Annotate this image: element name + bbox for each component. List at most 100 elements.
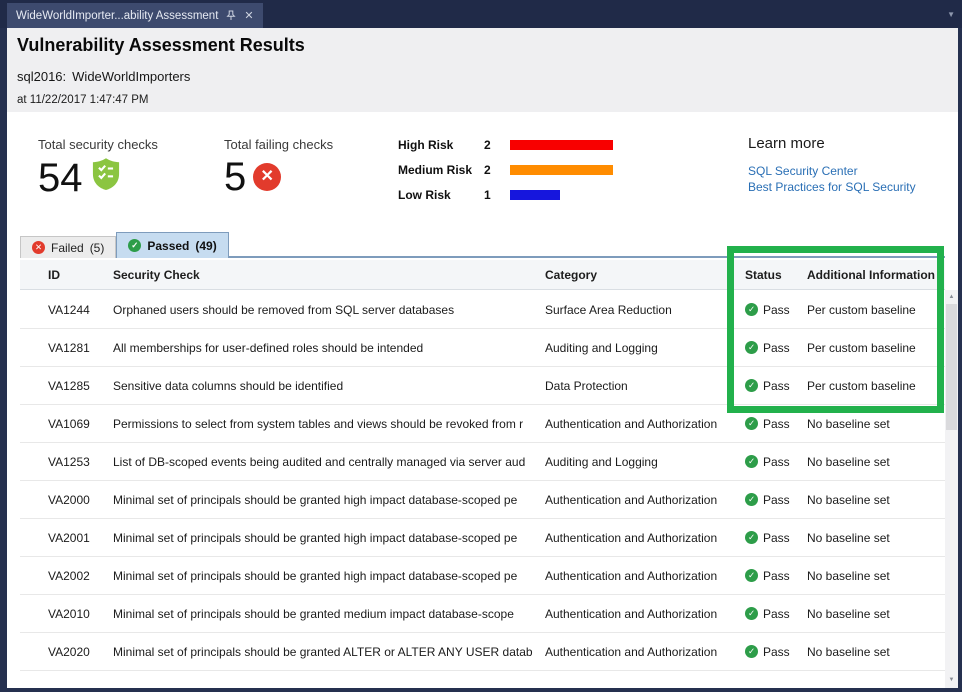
table-row[interactable]: VA2010 Minimal set of principals should … [20, 595, 945, 633]
cell-id: VA2001 [48, 531, 113, 545]
document-tab-title: WideWorldImporter...ability Assessment [16, 10, 218, 22]
cell-additional-information: No baseline set [807, 569, 945, 583]
tab-failed[interactable]: ✕ Failed (5) [20, 236, 116, 258]
cell-additional-information: No baseline set [807, 417, 945, 431]
cell-id: VA1069 [48, 417, 113, 431]
tab-passed[interactable]: ✓ Passed (49) [116, 232, 228, 258]
scrollbar-thumb[interactable] [946, 304, 957, 430]
tab-list-dropdown-icon[interactable]: ▼ [947, 10, 955, 19]
table-body: VA1244 Orphaned users should be removed … [20, 291, 945, 671]
document-tab[interactable]: WideWorldImporter...ability Assessment ✕ [7, 3, 263, 28]
table-row[interactable]: VA2002 Minimal set of principals should … [20, 557, 945, 595]
column-header-category[interactable]: Category [545, 268, 745, 282]
total-checks-metric: Total security checks 54 [38, 137, 158, 198]
cell-status: ✓ Pass [745, 379, 807, 393]
table-row[interactable]: VA2001 Minimal set of principals should … [20, 519, 945, 557]
cell-security-check: Minimal set of principals should be gran… [113, 607, 545, 621]
learn-more-link[interactable]: SQL Security Center [748, 163, 916, 179]
pass-circle-icon: ✓ [745, 341, 758, 354]
pass-circle-icon: ✓ [745, 645, 758, 658]
page-header: Vulnerability Assessment Results sql2016… [7, 28, 958, 112]
cell-status: ✓ Pass [745, 417, 807, 431]
cell-category: Authentication and Authorization [545, 569, 745, 583]
risk-legend-row: High Risk 2 [398, 138, 613, 150]
cell-security-check: Minimal set of principals should be gran… [113, 645, 545, 659]
pass-circle-icon: ✓ [745, 569, 758, 582]
cell-category: Authentication and Authorization [545, 645, 745, 659]
table-row[interactable]: VA1244 Orphaned users should be removed … [20, 291, 945, 329]
pass-circle-icon: ✓ [745, 379, 758, 392]
risk-legend-row: Medium Risk 2 [398, 163, 613, 175]
document-tab-bar: WideWorldImporter...ability Assessment ✕… [0, 0, 962, 28]
column-header-additional-information[interactable]: Additional Information [807, 268, 945, 282]
pass-circle-icon: ✓ [745, 303, 758, 316]
cell-status: ✓ Pass [745, 645, 807, 659]
tab-failed-label: Failed [51, 241, 84, 255]
pass-circle-icon: ✓ [745, 607, 758, 620]
cell-additional-information: No baseline set [807, 455, 945, 469]
learn-more-title: Learn more [748, 135, 916, 152]
table-row[interactable]: VA1281 All memberships for user-defined … [20, 329, 945, 367]
fail-circle-icon: ✕ [253, 163, 281, 191]
failing-checks-label: Total failing checks [224, 137, 333, 152]
cell-id: VA1244 [48, 303, 113, 317]
table-row[interactable]: VA1285 Sensitive data columns should be … [20, 367, 945, 405]
fail-circle-icon: ✕ [32, 241, 45, 254]
scroll-up-icon[interactable]: ▲ [945, 290, 958, 303]
cell-id: VA1253 [48, 455, 113, 469]
table-row[interactable]: VA2020 Minimal set of principals should … [20, 633, 945, 671]
status-text: Pass [763, 417, 790, 431]
cell-additional-information: No baseline set [807, 493, 945, 507]
risk-legend-row: Low Risk 1 [398, 188, 613, 200]
risk-count: 2 [484, 163, 510, 177]
vertical-scrollbar[interactable]: ▲ ▼ [945, 290, 958, 688]
cell-additional-information: No baseline set [807, 531, 945, 545]
cell-status: ✓ Pass [745, 607, 807, 621]
scroll-down-icon[interactable]: ▼ [945, 673, 958, 686]
table-row[interactable]: VA1253 List of DB-scoped events being au… [20, 443, 945, 481]
learn-more-link[interactable]: Best Practices for SQL Security [748, 179, 916, 195]
cell-additional-information: Per custom baseline [807, 379, 945, 393]
table-row[interactable]: VA1069 Permissions to select from system… [20, 405, 945, 443]
status-text: Pass [763, 645, 790, 659]
cell-security-check: Permissions to select from system tables… [113, 417, 545, 431]
cell-additional-information: Per custom baseline [807, 341, 945, 355]
cell-security-check: Orphaned users should be removed from SQ… [113, 303, 545, 317]
cell-security-check: Minimal set of principals should be gran… [113, 493, 545, 507]
column-header-id[interactable]: ID [48, 268, 113, 282]
column-header-status[interactable]: Status [745, 268, 807, 282]
page-title: Vulnerability Assessment Results [17, 35, 305, 56]
cell-category: Authentication and Authorization [545, 531, 745, 545]
tab-failed-count: (5) [90, 241, 105, 255]
server-name: sql2016: [17, 69, 66, 84]
cell-additional-information: No baseline set [807, 645, 945, 659]
close-icon[interactable]: ✕ [244, 9, 253, 22]
cell-id: VA2010 [48, 607, 113, 621]
cell-id: VA1281 [48, 341, 113, 355]
status-text: Pass [763, 607, 790, 621]
column-header-security-check[interactable]: Security Check [113, 268, 545, 282]
failing-checks-value: 5 [224, 157, 246, 197]
tab-passed-label: Passed [147, 239, 189, 253]
server-database-line: sql2016: WideWorldImporters [17, 69, 190, 84]
risk-legend: High Risk 2 Medium Risk 2 Low Risk 1 [398, 138, 613, 213]
database-name: WideWorldImporters [72, 69, 190, 84]
status-text: Pass [763, 569, 790, 583]
scan-timestamp: at 11/22/2017 1:47:47 PM [17, 94, 149, 106]
cell-category: Auditing and Logging [545, 455, 745, 469]
risk-bar [510, 165, 613, 175]
vulnerability-assessment-window: WideWorldImporter...ability Assessment ✕… [0, 0, 962, 692]
cell-status: ✓ Pass [745, 531, 807, 545]
results-pane: Vulnerability Assessment Results sql2016… [7, 28, 958, 688]
cell-category: Surface Area Reduction [545, 303, 745, 317]
cell-security-check: List of DB-scoped events being audited a… [113, 455, 545, 469]
table-row[interactable]: VA2000 Minimal set of principals should … [20, 481, 945, 519]
cell-security-check: Minimal set of principals should be gran… [113, 569, 545, 583]
cell-id: VA2020 [48, 645, 113, 659]
pin-icon[interactable] [226, 10, 236, 21]
table-header: ID Security Check Category Status Additi… [20, 260, 945, 290]
result-tabs: ✕ Failed (5) ✓ Passed (49) [20, 232, 229, 258]
cell-additional-information: No baseline set [807, 607, 945, 621]
risk-bar [510, 140, 613, 150]
cell-security-check: Sensitive data columns should be identif… [113, 379, 545, 393]
